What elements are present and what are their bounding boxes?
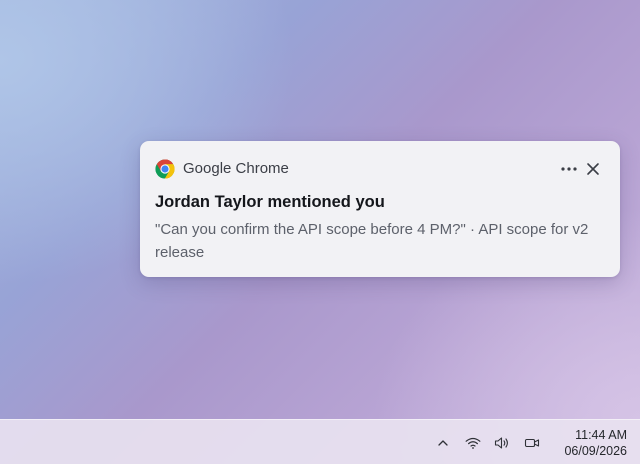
chevron-up-icon <box>438 439 448 446</box>
app-name: Google Chrome <box>183 160 289 177</box>
more-horizontal-icon <box>561 167 577 171</box>
chrome-icon <box>155 159 175 179</box>
notification-body: "Can you confirm the API scope before 4 … <box>155 221 589 261</box>
show-hidden-icons-button[interactable] <box>434 420 452 464</box>
notification-header: Google Chrome <box>155 158 604 180</box>
notification-toast[interactable]: Google Chrome Jordan Taylor mentioned yo… <box>140 141 620 277</box>
close-button[interactable] <box>582 158 604 180</box>
clock[interactable]: 11:44 AM 06/09/2026 <box>564 427 627 459</box>
volume-button[interactable] <box>492 420 512 464</box>
camera-button[interactable] <box>522 420 542 464</box>
more-options-button[interactable] <box>558 158 580 180</box>
close-icon <box>587 163 599 175</box>
taskbar: 11:44 AM 06/09/2026 <box>0 419 640 464</box>
notification-title: Jordan Taylor mentioned you <box>155 193 385 211</box>
camera-icon <box>524 438 540 447</box>
clock-time: 11:44 AM <box>575 428 627 442</box>
clock-date: 06/09/2026 <box>564 444 627 458</box>
wifi-icon <box>465 437 481 449</box>
notification-actions <box>558 158 604 180</box>
wifi-button[interactable] <box>463 420 483 464</box>
volume-icon <box>494 436 508 449</box>
